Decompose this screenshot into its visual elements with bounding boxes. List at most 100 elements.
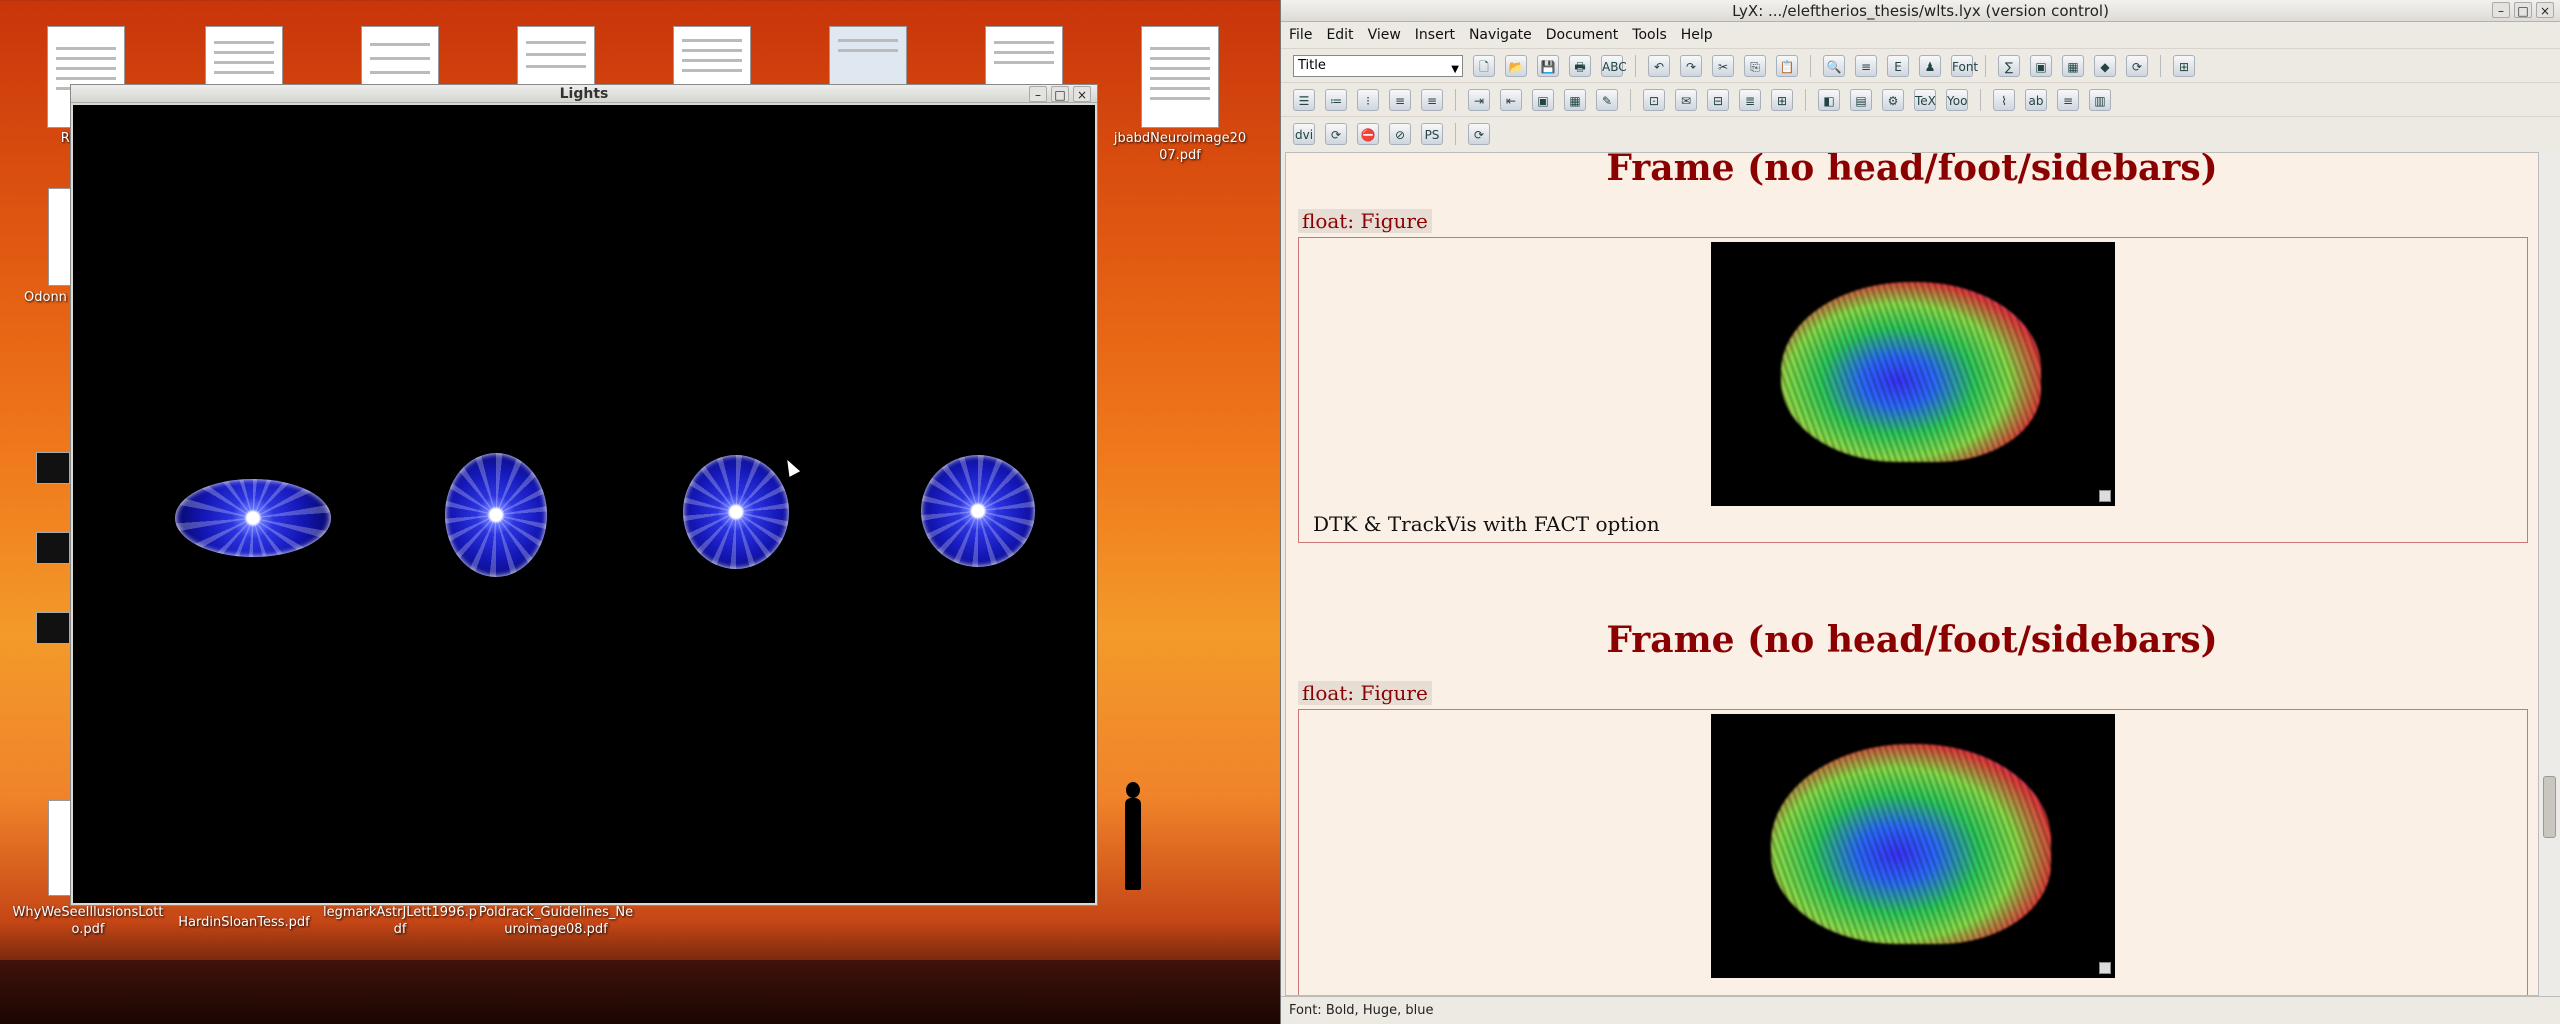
maximize-button[interactable]: □ (2514, 2, 2532, 18)
toolbar-tb2-2-icon[interactable]: ⁝ (1357, 88, 1379, 111)
toolbar-separator (1810, 54, 1811, 77)
image-thumbnail-icon[interactable] (36, 612, 70, 644)
toolbar-separator (1805, 88, 1806, 111)
toolbar-tb2-9-icon[interactable]: ✎ (1596, 88, 1618, 111)
float-figure-box[interactable]: DTK & TrackVis with FACT option (1298, 237, 2528, 543)
toolbar-tb2-5-icon[interactable]: ⇥ (1468, 88, 1490, 111)
close-button[interactable]: × (1073, 86, 1091, 102)
lights-titlebar[interactable]: Lights – □ × (71, 85, 1097, 103)
minimize-button[interactable]: – (2492, 2, 2510, 18)
paragraph-layout-select[interactable]: Title ▼ (1293, 54, 1463, 77)
toolbar-tb2-20-icon[interactable]: ⌇ (1993, 88, 2015, 111)
minimize-button[interactable]: – (1029, 86, 1047, 102)
toolbar-tb3-2-icon[interactable]: ⛔ (1357, 122, 1379, 145)
lights-window-title: Lights (559, 85, 609, 102)
toolbar-separator (1985, 54, 1986, 77)
menu-file[interactable]: File (1289, 27, 1312, 43)
lights-window[interactable]: Lights – □ × (70, 84, 1098, 906)
graphics-icon[interactable]: ▣ (2030, 54, 2052, 77)
toolbar-tb3-1-icon[interactable]: ⟳ (1325, 122, 1347, 145)
desktop-icon-pdf[interactable]: WhyWeSeeIllusionsLotto.pdf (10, 902, 166, 938)
maximize-button[interactable]: □ (1051, 86, 1069, 102)
toolbar-tb2-19-icon[interactable]: Yoo (1946, 88, 1968, 111)
toolbar-tb2-23-icon[interactable]: ▥ (2089, 88, 2111, 111)
toolbar-tb2-1-icon[interactable]: ≔ (1325, 88, 1347, 111)
menu-navigate[interactable]: Navigate (1469, 27, 1532, 43)
menu-help[interactable]: Help (1681, 27, 1713, 43)
toolbar-tb3-5-icon[interactable]: ⟳ (1468, 122, 1490, 145)
desktop-icon-pdf[interactable]: Poldrack_Guidelines_Neuroimage08.pdf (478, 902, 634, 938)
font-icon[interactable]: Font (1951, 54, 1978, 77)
toolbar-tb2-6-icon[interactable]: ⇤ (1500, 88, 1522, 111)
toolbar-tb2-13-icon[interactable]: ≣ (1739, 88, 1761, 111)
toolbar-tb2-11-icon[interactable]: ✉ (1675, 88, 1697, 111)
lyx-titlebar[interactable]: LyX: .../eleftherios_thesis/wlts.lyx (ve… (1281, 0, 2560, 22)
wrap-icon[interactable]: ⊞ (2173, 54, 2195, 77)
desktop-icon-pdf[interactable]: jbabdNeuroimage2007.pdf (1100, 26, 1260, 164)
view-icon[interactable]: ◆ (2094, 54, 2116, 77)
toolbar-tb3-0-icon[interactable]: dvi (1293, 122, 1315, 145)
desktop-icon-label: WhyWeSeeIllusionsLotto.pdf (12, 905, 164, 937)
desktop-icon-pdf[interactable]: legmarkAstrJLett1996.pdf (322, 902, 478, 938)
desktop-icon-pdf[interactable]: HardinSloanTess.pdf (166, 912, 322, 931)
redo-icon[interactable]: ↷ (1680, 54, 1702, 77)
toolbar-tb2-16-icon[interactable]: ▤ (1850, 88, 1872, 111)
tractography-image[interactable] (1711, 242, 2115, 506)
toolbar-tb2-15-icon[interactable]: ◧ (1818, 88, 1840, 111)
undo-icon[interactable]: ↶ (1648, 54, 1670, 77)
lyx-window[interactable]: LyX: .../eleftherios_thesis/wlts.lyx (ve… (1280, 0, 2560, 1024)
image-thumbnail-icon[interactable] (36, 452, 70, 484)
image-thumbnail-icon[interactable] (36, 532, 70, 564)
paste-icon[interactable]: 📋 (1776, 54, 1798, 77)
toolbar-tb2-3-icon[interactable]: ≡ (1389, 88, 1411, 111)
mouse-cursor-icon (781, 457, 801, 477)
new-document-icon[interactable]: 🗋 (1473, 54, 1495, 77)
chevron-down-icon: ▼ (1451, 63, 1459, 75)
copy-icon[interactable]: ⎘ (1744, 54, 1766, 77)
view-toolbar: dvi ⟳ ⛔ ⊘ PS ⟳ (1281, 116, 2560, 150)
update-icon[interactable]: ⟳ (2126, 54, 2148, 77)
toc-icon[interactable]: ≡ (1855, 54, 1877, 77)
glyph-sphere (175, 479, 331, 557)
emphasis-icon[interactable]: E (1887, 54, 1909, 77)
menu-insert[interactable]: Insert (1415, 27, 1455, 43)
menu-edit[interactable]: Edit (1326, 27, 1353, 43)
toolbar-tb2-8-icon[interactable]: ▦ (1564, 88, 1586, 111)
close-button[interactable]: × (2536, 2, 2554, 18)
toolbar-tb2-12-icon[interactable]: ⊟ (1707, 88, 1729, 111)
float-figure-label[interactable]: float: Figure (1298, 681, 1432, 705)
toolbar-tb3-4-icon[interactable]: PS (1421, 122, 1443, 145)
toolbar-tb2-22-icon[interactable]: ≡ (2057, 88, 2079, 111)
spellcheck-icon[interactable]: ABC (1601, 54, 1627, 77)
toolbar-tb2-21-icon[interactable]: ab (2025, 88, 2047, 111)
float-figure-box[interactable] (1298, 709, 2528, 995)
figure-caption[interactable]: DTK & TrackVis with FACT option (1313, 512, 1660, 536)
tractography-image[interactable] (1711, 714, 2115, 978)
toolbar-tb2-4-icon[interactable]: ≡ (1421, 88, 1443, 111)
float-figure-label[interactable]: float: Figure (1298, 209, 1432, 233)
desktop-icon-label: HardinSloanTess.pdf (178, 915, 310, 930)
save-icon[interactable]: 💾 (1537, 54, 1559, 77)
scrollbar-thumb[interactable] (2543, 776, 2556, 838)
menu-view[interactable]: View (1368, 27, 1401, 43)
toolbar-tb3-3-icon[interactable]: ⊘ (1389, 122, 1411, 145)
print-icon[interactable]: 🖶 (1569, 54, 1591, 77)
toolbar-tb2-7-icon[interactable]: ▣ (1532, 88, 1554, 111)
toolbar-tb2-0-icon[interactable]: ☰ (1293, 88, 1315, 111)
document-area[interactable]: Frame (no head/foot/sidebars) float: Fig… (1285, 152, 2539, 996)
cut-icon[interactable]: ✂ (1712, 54, 1734, 77)
table-icon[interactable]: ▦ (2062, 54, 2084, 77)
noun-icon[interactable]: ♟ (1919, 54, 1941, 77)
image-resize-icon (2099, 962, 2111, 974)
menu-tools[interactable]: Tools (1632, 27, 1667, 43)
toolbar-tb2-17-icon[interactable]: ⚙ (1882, 88, 1904, 111)
menu-document[interactable]: Document (1546, 27, 1619, 43)
document-scrollbar[interactable] (2538, 152, 2560, 996)
math-icon[interactable]: ∑ (1998, 54, 2020, 77)
render-canvas[interactable] (73, 105, 1095, 903)
toolbar-tb2-10-icon[interactable]: ⊡ (1643, 88, 1665, 111)
open-icon[interactable]: 📂 (1505, 54, 1527, 77)
find-icon[interactable]: 🔍 (1823, 54, 1845, 77)
toolbar-tb2-18-icon[interactable]: TeX (1914, 88, 1936, 111)
toolbar-tb2-14-icon[interactable]: ⊞ (1771, 88, 1793, 111)
